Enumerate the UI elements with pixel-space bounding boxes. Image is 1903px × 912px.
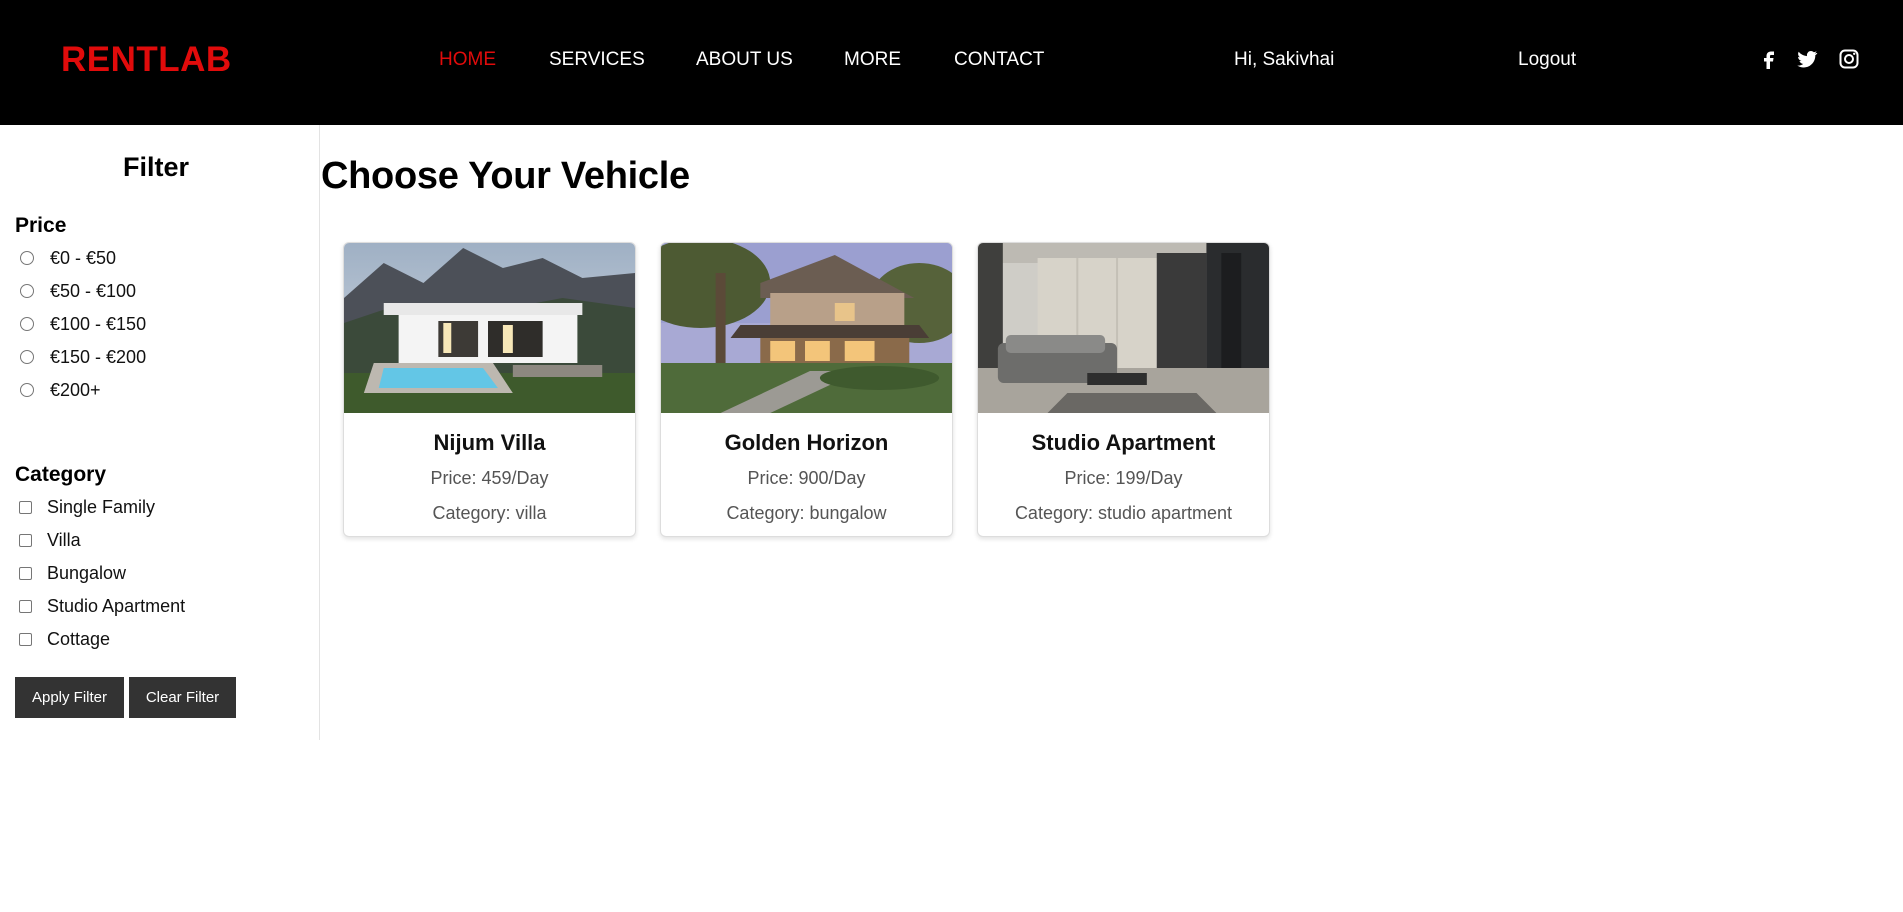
nav-home[interactable]: HOME	[439, 49, 496, 71]
category-option-cottage[interactable]: Cottage	[19, 627, 111, 651]
price-radio[interactable]	[20, 383, 34, 397]
twitter-icon[interactable]	[1795, 47, 1819, 71]
price-option-label: €200+	[50, 379, 101, 400]
listing-name: Nijum Villa	[433, 430, 546, 455]
clear-filter-button[interactable]: Clear Filter	[129, 677, 236, 718]
price-option-150-200[interactable]: €150 - €200	[20, 345, 146, 369]
nav-about-us[interactable]: ABOUT US	[696, 49, 793, 71]
price-section-title: Price	[15, 214, 67, 237]
listing-photo	[344, 243, 635, 413]
listing-category: Category: bungalow	[726, 503, 887, 523]
price-radio[interactable]	[20, 350, 34, 364]
price-radio[interactable]	[20, 317, 34, 331]
listing-card[interactable]: Nijum Villa Price: 459/Day Category: vil…	[343, 242, 636, 537]
price-option-100-150[interactable]: €100 - €150	[20, 312, 146, 336]
filter-sidebar: Filter Price €0 - €50 €50 - €100 €100 - …	[0, 125, 320, 740]
listing-card[interactable]: Studio Apartment Price: 199/Day Category…	[977, 242, 1270, 537]
nav-more[interactable]: MORE	[844, 49, 901, 71]
price-option-50-100[interactable]: €50 - €100	[20, 279, 136, 303]
price-option-0-50[interactable]: €0 - €50	[20, 246, 116, 270]
category-option-villa[interactable]: Villa	[19, 528, 81, 552]
price-option-200-plus[interactable]: €200+	[20, 378, 101, 402]
listing-price: Price: 199/Day	[1064, 468, 1183, 488]
instagram-icon[interactable]	[1837, 47, 1861, 71]
listing-price: Price: 459/Day	[430, 468, 549, 488]
page-title: Choose Your Vehicle	[321, 155, 690, 197]
category-option-bungalow[interactable]: Bungalow	[19, 561, 127, 585]
apply-filter-button[interactable]: Apply Filter	[15, 677, 124, 718]
category-option-label: Bungalow	[47, 562, 127, 583]
category-checkbox[interactable]	[19, 566, 32, 580]
category-option-label: Single Family	[47, 496, 156, 517]
nav-contact[interactable]: CONTACT	[954, 49, 1044, 71]
listing-price: Price: 900/Day	[747, 468, 866, 488]
price-option-label: €50 - €100	[50, 280, 137, 301]
listing-photo	[978, 243, 1269, 413]
listing-card[interactable]: Golden Horizon Price: 900/Day Category: …	[660, 242, 953, 537]
listing-name: Golden Horizon	[724, 430, 889, 455]
filter-title: Filter	[122, 152, 189, 182]
listing-category: Category: villa	[432, 503, 547, 523]
category-checkbox[interactable]	[19, 632, 32, 646]
price-option-label: €100 - €150	[50, 313, 147, 334]
facebook-icon[interactable]	[1757, 47, 1781, 71]
price-radio[interactable]	[20, 284, 34, 298]
user-greeting: Hi, Sakivhai	[1234, 49, 1335, 70]
price-option-label: €0 - €50	[50, 247, 117, 268]
listing-category: Category: studio apartment	[1014, 503, 1233, 523]
category-checkbox[interactable]	[19, 599, 32, 613]
category-option-label: Studio Apartment	[47, 595, 186, 616]
category-section-title: Category	[15, 463, 107, 486]
brand-logo[interactable]: RENTLAB	[61, 38, 232, 82]
listing-name: Studio Apartment	[1031, 430, 1216, 455]
listing-photo	[661, 243, 952, 413]
logout-link[interactable]: Logout	[1518, 49, 1576, 71]
category-checkbox[interactable]	[19, 500, 32, 514]
category-option-single-family[interactable]: Single Family	[19, 495, 156, 519]
price-radio[interactable]	[20, 251, 34, 265]
price-option-label: €150 - €200	[50, 346, 147, 367]
category-checkbox[interactable]	[19, 533, 32, 547]
category-option-label: Villa	[47, 529, 81, 550]
category-option-studio-apartment[interactable]: Studio Apartment	[19, 594, 186, 618]
category-option-label: Cottage	[47, 628, 111, 649]
top-navbar: RENTLAB HOME SERVICES ABOUT US MORE CONT…	[0, 0, 1903, 125]
nav-services[interactable]: SERVICES	[549, 49, 645, 71]
